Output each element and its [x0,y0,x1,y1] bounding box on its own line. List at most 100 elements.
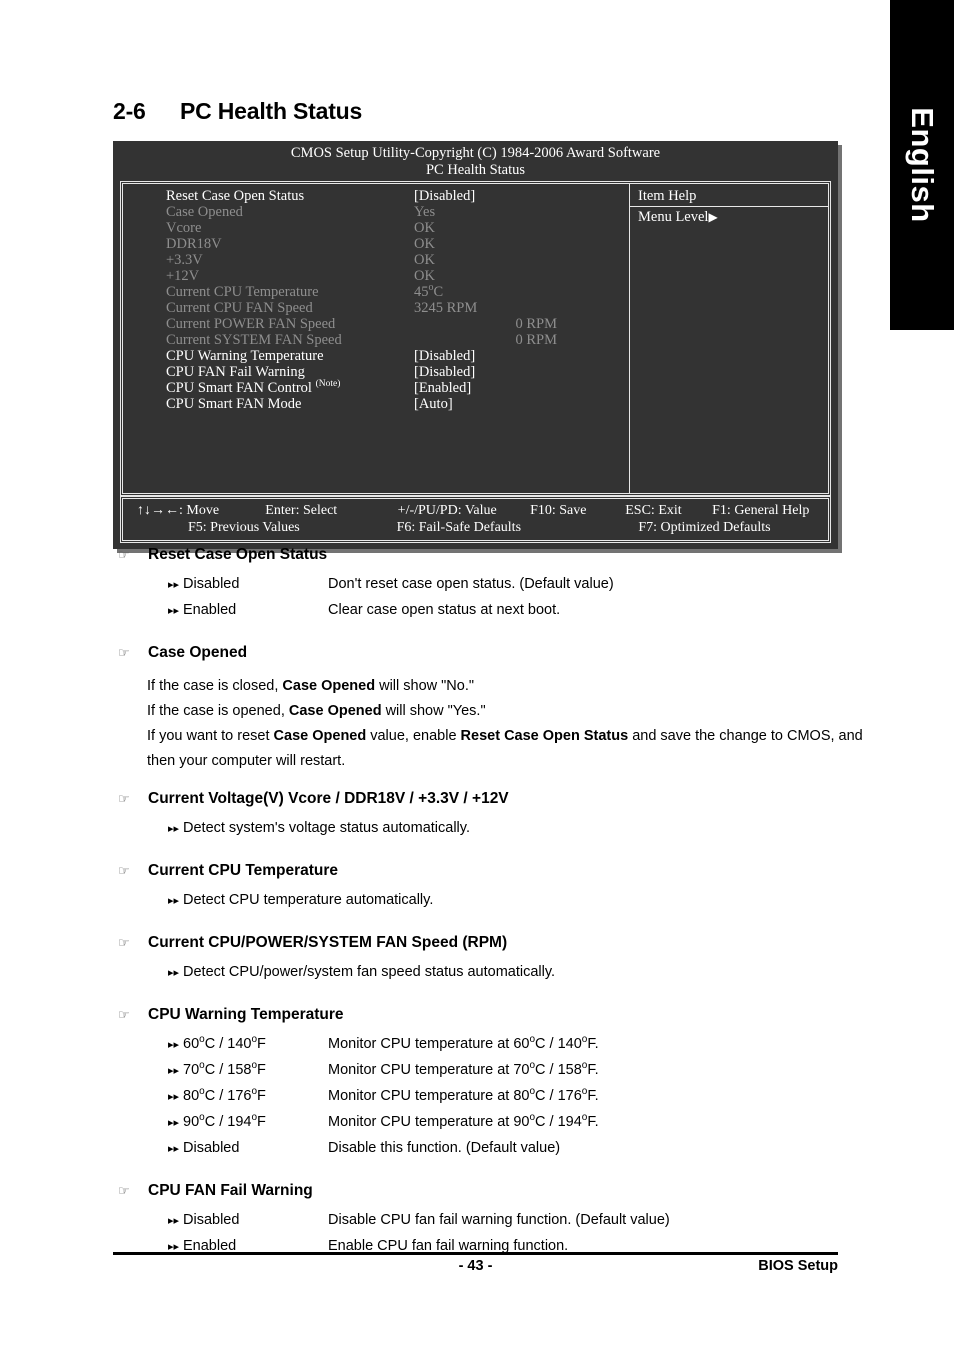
key-legend-item: Enter: Select [265,503,338,518]
double-arrow-icon: ▸▸ [168,1142,180,1155]
bios-setting-value[interactable]: [Disabled] [412,188,587,204]
bios-setting-row[interactable]: +3.3V OK [123,252,629,268]
section-heading-current-voltage: ☞ Current Voltage(V) Vcore / DDR18V / +3.… [118,790,509,808]
bios-setting-value[interactable]: OK [412,252,587,268]
bios-setting-value[interactable]: 45oC [412,283,587,300]
bios-setting-value[interactable]: [Disabled] [412,348,587,364]
bios-setting-row[interactable]: Reset Case Open Status [Disabled] [123,188,629,204]
bios-setting-label: DDR18V [166,236,222,252]
section-heading-case-opened: ☞ Case Opened [118,644,247,662]
item-help-title: Item Help [630,188,828,207]
option-label: 70oC / 158oF [183,1060,266,1078]
bios-key-legend: ↑↓→←: Move Enter: Select +/-/PU/PD: Value F… [120,496,831,543]
option-description: Clear case open status at next boot. [328,602,561,618]
option-row: ▸▸ 60oC / 140oF Monitor CPU temperature at… [168,1034,599,1052]
key-legend-item: F10: Save [530,503,587,518]
bios-setting-row[interactable]: CPU FAN Fail Warning [Disabled] [123,364,629,380]
option-row: ▸▸ 90oC / 194oF Monitor CPU temperature at… [168,1112,599,1130]
section-heading-reset-case-open-status: ☞ Reset Case Open Status [118,546,327,564]
option-row: ▸▸ 80oC / 176oF Monitor CPU temperature at… [168,1086,599,1104]
option-label: 90oC / 194oF [183,1112,266,1130]
bios-setting-label: Case Opened [166,204,243,220]
bios-setting-row[interactable]: CPU Warning Temperature [Disabled] [123,348,629,364]
section-paragraph: If the case is closed, Case Opened will … [147,678,475,694]
bios-setting-label: Current POWER FAN Speed [166,316,336,332]
bios-setting-value[interactable]: OK [412,268,587,284]
bios-setting-row[interactable]: Current SYSTEM FAN Speed 0 RPM [123,332,629,348]
bios-setting-label: CPU Smart FAN Control (Note) [166,379,341,396]
bios-setting-row[interactable]: Vcore OK [123,220,629,236]
section-heading-text: CPU Warning Temperature [148,1006,344,1023]
option-label: Disabled [183,1212,240,1228]
option-description: Detect system's voltage status automatic… [183,820,470,836]
bios-setting-value[interactable]: 3245 RPM [412,300,587,316]
option-description: Disable CPU fan fail warning function. (… [328,1212,670,1228]
bios-setting-value[interactable]: Yes [412,204,587,220]
bios-setting-label: Current CPU FAN Speed [166,300,313,316]
bios-setting-value[interactable]: [Enabled] [412,380,587,396]
bios-setting-label: Current SYSTEM FAN Speed [166,332,342,348]
bios-setting-row[interactable]: DDR18V OK [123,236,629,252]
option-description: Monitor CPU temperature at 80oC / 176oF. [328,1086,599,1104]
key-legend-row-1: ↑↓→←: Move Enter: Select +/-/PU/PD: Value F… [123,502,828,519]
bios-setting-row[interactable]: +12V OK [123,268,629,284]
section-heading-cpu-fan-fail-warning: ☞ CPU FAN Fail Warning [118,1182,313,1200]
key-legend-item: F6: Fail-Safe Defaults [396,520,522,535]
pointing-hand-icon: ☞ [118,792,130,807]
option-label: 80oC / 176oF [183,1086,266,1104]
language-tab: English [890,0,954,330]
bios-setting-row[interactable]: Current CPU Temperature 45oC [123,283,629,300]
bios-setting-value[interactable]: OK [412,236,587,252]
pointing-hand-icon: ☞ [118,1184,130,1199]
option-label: Enabled [183,602,237,618]
bios-setting-row[interactable]: CPU Smart FAN Mode [Auto] [123,396,629,412]
option-row: ▸▸ 70oC / 158oF Monitor CPU temperature at… [168,1060,599,1078]
bios-setting-label: CPU FAN Fail Warning [166,364,305,380]
chevron-right-icon: ▶ [708,210,718,224]
bios-title-bar: CMOS Setup Utility-Copyright (C) 1984-20… [113,141,838,181]
option-description: Monitor CPU temperature at 60oC / 140oF. [328,1034,599,1052]
option-row: ▸▸ Detect CPU/power/system fan speed stat… [168,964,555,980]
double-arrow-icon: ▸▸ [168,966,180,979]
section-heading-text: Current CPU Temperature [148,862,339,879]
double-arrow-icon: ▸▸ [168,1064,180,1077]
key-legend-item: ESC: Exit [625,503,682,518]
section-heading-current-fan-speed: ☞ Current CPU/POWER/SYSTEM FAN Speed (RPM… [118,934,507,952]
footer-section-label: BIOS Setup [758,1258,838,1274]
page-content: 2-6 PC Health Status CMOS Setup Utility-… [0,0,890,1354]
bios-setting-value[interactable]: 0 RPM [412,332,587,348]
bios-setting-label: Reset Case Open Status [166,188,305,204]
option-description: Detect CPU temperature automatically. [183,892,434,908]
bios-setting-value[interactable]: 0 RPM [412,316,587,332]
bios-setting-label: Current CPU Temperature [166,284,319,300]
key-legend-item: +/-/PU/PD: Value [397,503,497,518]
bios-setting-row[interactable]: Current POWER FAN Speed 0 RPM [123,316,629,332]
pointing-hand-icon: ☞ [118,548,130,563]
bios-setting-row[interactable]: CPU Smart FAN Control (Note) [Enabled] [123,379,629,396]
option-description: Disable this function. (Default value) [328,1140,561,1156]
pointing-hand-icon: ☞ [118,864,130,879]
option-description: Monitor CPU temperature at 70oC / 158oF. [328,1060,599,1078]
section-heading-cpu-warning-temperature: ☞ CPU Warning Temperature [118,1006,344,1024]
double-arrow-icon: ▸▸ [168,578,180,591]
option-description: Monitor CPU temperature at 90oC / 194oF. [328,1112,599,1130]
bios-setting-row[interactable]: Current CPU FAN Speed 3245 RPM [123,300,629,316]
pointing-hand-icon: ☞ [118,646,130,661]
key-legend-item: ↑↓→←: Move [137,503,220,518]
bios-body: Reset Case Open Status [Disabled] Case Ope… [120,181,831,496]
key-legend-item: F1: General Help [712,503,810,518]
option-row: ▸▸ Detect CPU temperature automatically. [168,892,433,908]
key-legend-item: F7: Optimized Defaults [638,520,771,535]
page-title: 2-6 PC Health Status [113,98,362,125]
double-arrow-icon: ▸▸ [168,822,180,835]
bios-setting-value[interactable]: [Auto] [412,396,587,412]
bios-setting-label: Vcore [166,220,202,236]
bios-menu-name: PC Health Status [425,161,526,178]
bios-setting-value[interactable]: [Disabled] [412,364,587,380]
double-arrow-icon: ▸▸ [168,1038,180,1051]
bios-setting-row[interactable]: Case Opened Yes [123,204,629,220]
section-paragraph: If the case is opened, Case Opened will … [147,703,486,719]
bios-setting-value[interactable]: OK [412,220,587,236]
option-description: Don't reset case open status. (Default v… [328,576,614,592]
chapter-number: 2-6 [113,98,146,124]
